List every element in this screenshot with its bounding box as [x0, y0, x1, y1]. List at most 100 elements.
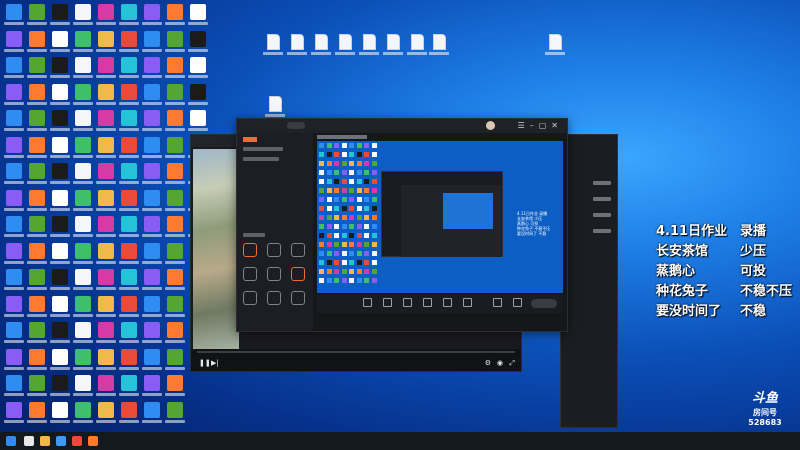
desktop-shortcut-icon[interactable]	[118, 136, 140, 163]
desktop-shortcut-icon[interactable]	[118, 242, 140, 269]
tool-icon[interactable]	[267, 243, 281, 257]
desktop-shortcut-icon[interactable]	[49, 348, 71, 375]
desktop-shortcut-icon[interactable]	[187, 4, 209, 30]
desktop-shortcut-icon[interactable]	[26, 375, 48, 401]
control-button[interactable]	[363, 298, 372, 307]
desktop-shortcut-icon[interactable]	[164, 57, 186, 83]
desktop-shortcut-icon[interactable]	[3, 348, 25, 375]
control-button[interactable]	[493, 298, 502, 307]
desktop-shortcut-icon[interactable]	[95, 57, 117, 83]
desktop-shortcut-icon[interactable]	[95, 348, 117, 375]
desktop-shortcut-icon[interactable]	[49, 4, 71, 30]
desktop-shortcut-icon[interactable]	[164, 216, 186, 242]
desktop-shortcut-icon[interactable]	[95, 269, 117, 295]
play-icon[interactable]: ❚❚	[199, 359, 211, 367]
tool-icon[interactable]	[291, 267, 305, 281]
desktop-shortcut-icon[interactable]	[95, 30, 117, 57]
control-button[interactable]	[423, 298, 432, 307]
taskbar-app-icon[interactable]	[24, 436, 34, 446]
tool-icon[interactable]	[243, 267, 257, 281]
desktop-shortcut-icon[interactable]	[164, 401, 186, 428]
desktop-shortcut-icon[interactable]	[26, 110, 48, 136]
file-icon[interactable]	[358, 34, 380, 62]
desktop-shortcut-icon[interactable]	[49, 110, 71, 136]
desktop-shortcut-icon[interactable]	[118, 375, 140, 401]
desktop-shortcut-icon[interactable]	[118, 4, 140, 30]
desktop-shortcut-icon[interactable]	[95, 375, 117, 401]
desktop-shortcut-icon[interactable]	[26, 57, 48, 83]
taskbar-app-icon[interactable]	[88, 436, 98, 446]
desktop-shortcut-icon[interactable]	[49, 57, 71, 83]
file-icon[interactable]	[262, 34, 284, 62]
tool-icon[interactable]	[243, 291, 257, 305]
source-row[interactable]	[243, 147, 283, 151]
control-button[interactable]	[463, 298, 472, 307]
desktop-shortcut-icon[interactable]	[141, 348, 163, 375]
tool-icon[interactable]	[291, 243, 305, 257]
desktop-shortcut-icon[interactable]	[49, 136, 71, 163]
desktop-shortcut-icon[interactable]	[164, 269, 186, 295]
streaming-app-window[interactable]: ☰–▢✕ 4.11日作业 录播 长安茶馆 少压 蒸鹅心 可投 种花兔子 不稳不压 要没时…	[236, 118, 568, 332]
desktop-shortcut-icon[interactable]	[164, 295, 186, 322]
desktop-shortcut-icon[interactable]	[26, 189, 48, 216]
file-icon[interactable]	[286, 34, 308, 62]
folder-icon[interactable]	[40, 436, 50, 446]
desktop-shortcut-icon[interactable]	[141, 136, 163, 163]
file-icon[interactable]	[406, 34, 428, 62]
tool-icon[interactable]	[291, 291, 305, 305]
desktop-shortcut-icon[interactable]	[118, 401, 140, 428]
desktop-shortcut-icon[interactable]	[3, 136, 25, 163]
desktop-shortcut-icon[interactable]	[118, 57, 140, 83]
desktop-shortcut-icon[interactable]	[72, 4, 94, 30]
desktop-shortcut-icon[interactable]	[141, 30, 163, 57]
desktop-shortcut-icon[interactable]	[72, 242, 94, 269]
desktop-shortcut-icon[interactable]	[118, 189, 140, 216]
taskbar-app-icon[interactable]	[72, 436, 82, 446]
desktop-shortcut-icon[interactable]	[72, 136, 94, 163]
desktop-shortcut-icon[interactable]	[49, 322, 71, 348]
desktop-shortcut-icon[interactable]	[49, 295, 71, 322]
file-icon[interactable]	[428, 34, 450, 62]
progress-bar[interactable]	[197, 351, 515, 353]
desktop-shortcut-icon[interactable]	[49, 30, 71, 57]
desktop-shortcut-icon[interactable]	[118, 110, 140, 136]
desktop-shortcut-icon[interactable]	[26, 295, 48, 322]
desktop-shortcut-icon[interactable]	[72, 269, 94, 295]
desktop-shortcut-icon[interactable]	[95, 216, 117, 242]
settings-icon[interactable]: ⚙	[485, 359, 491, 367]
desktop-shortcut-icon[interactable]	[3, 57, 25, 83]
start-live-button[interactable]	[531, 299, 557, 308]
desktop-shortcut-icon[interactable]	[26, 242, 48, 269]
desktop-shortcut-icon[interactable]	[49, 216, 71, 242]
desktop-shortcut-icon[interactable]	[72, 401, 94, 428]
desktop-shortcut-icon[interactable]	[49, 189, 71, 216]
desktop-shortcut-icon[interactable]	[26, 216, 48, 242]
file-icon[interactable]	[334, 34, 356, 62]
desktop-shortcut-icon[interactable]	[49, 83, 71, 110]
desktop-shortcut-icon[interactable]	[95, 163, 117, 189]
desktop-shortcut-icon[interactable]	[26, 163, 48, 189]
desktop-shortcut-icon[interactable]	[164, 30, 186, 57]
desktop-shortcut-icon[interactable]	[3, 216, 25, 242]
control-button[interactable]	[403, 298, 412, 307]
desktop-shortcut-icon[interactable]	[3, 269, 25, 295]
source-row[interactable]	[243, 157, 279, 161]
desktop-shortcut-icon[interactable]	[3, 4, 25, 30]
desktop-shortcut-icon[interactable]	[164, 83, 186, 110]
desktop-shortcut-icon[interactable]	[95, 4, 117, 30]
file-icon[interactable]	[544, 34, 566, 62]
desktop-shortcut-icon[interactable]	[72, 189, 94, 216]
desktop-shortcut-icon[interactable]	[26, 401, 48, 428]
window-controls[interactable]: ☰–▢✕	[518, 121, 563, 130]
desktop-shortcut-icon[interactable]	[72, 348, 94, 375]
desktop-shortcut-icon[interactable]	[141, 322, 163, 348]
desktop-shortcut-icon[interactable]	[141, 375, 163, 401]
fullscreen-icon[interactable]: ⤢	[509, 359, 515, 368]
desktop-shortcut-icon[interactable]	[141, 110, 163, 136]
desktop-shortcut-icon[interactable]	[3, 401, 25, 428]
file-icon[interactable]	[382, 34, 404, 62]
control-button[interactable]	[513, 298, 522, 307]
desktop-shortcut-icon[interactable]	[49, 242, 71, 269]
desktop-shortcut-icon[interactable]	[26, 322, 48, 348]
control-button[interactable]	[383, 298, 392, 307]
